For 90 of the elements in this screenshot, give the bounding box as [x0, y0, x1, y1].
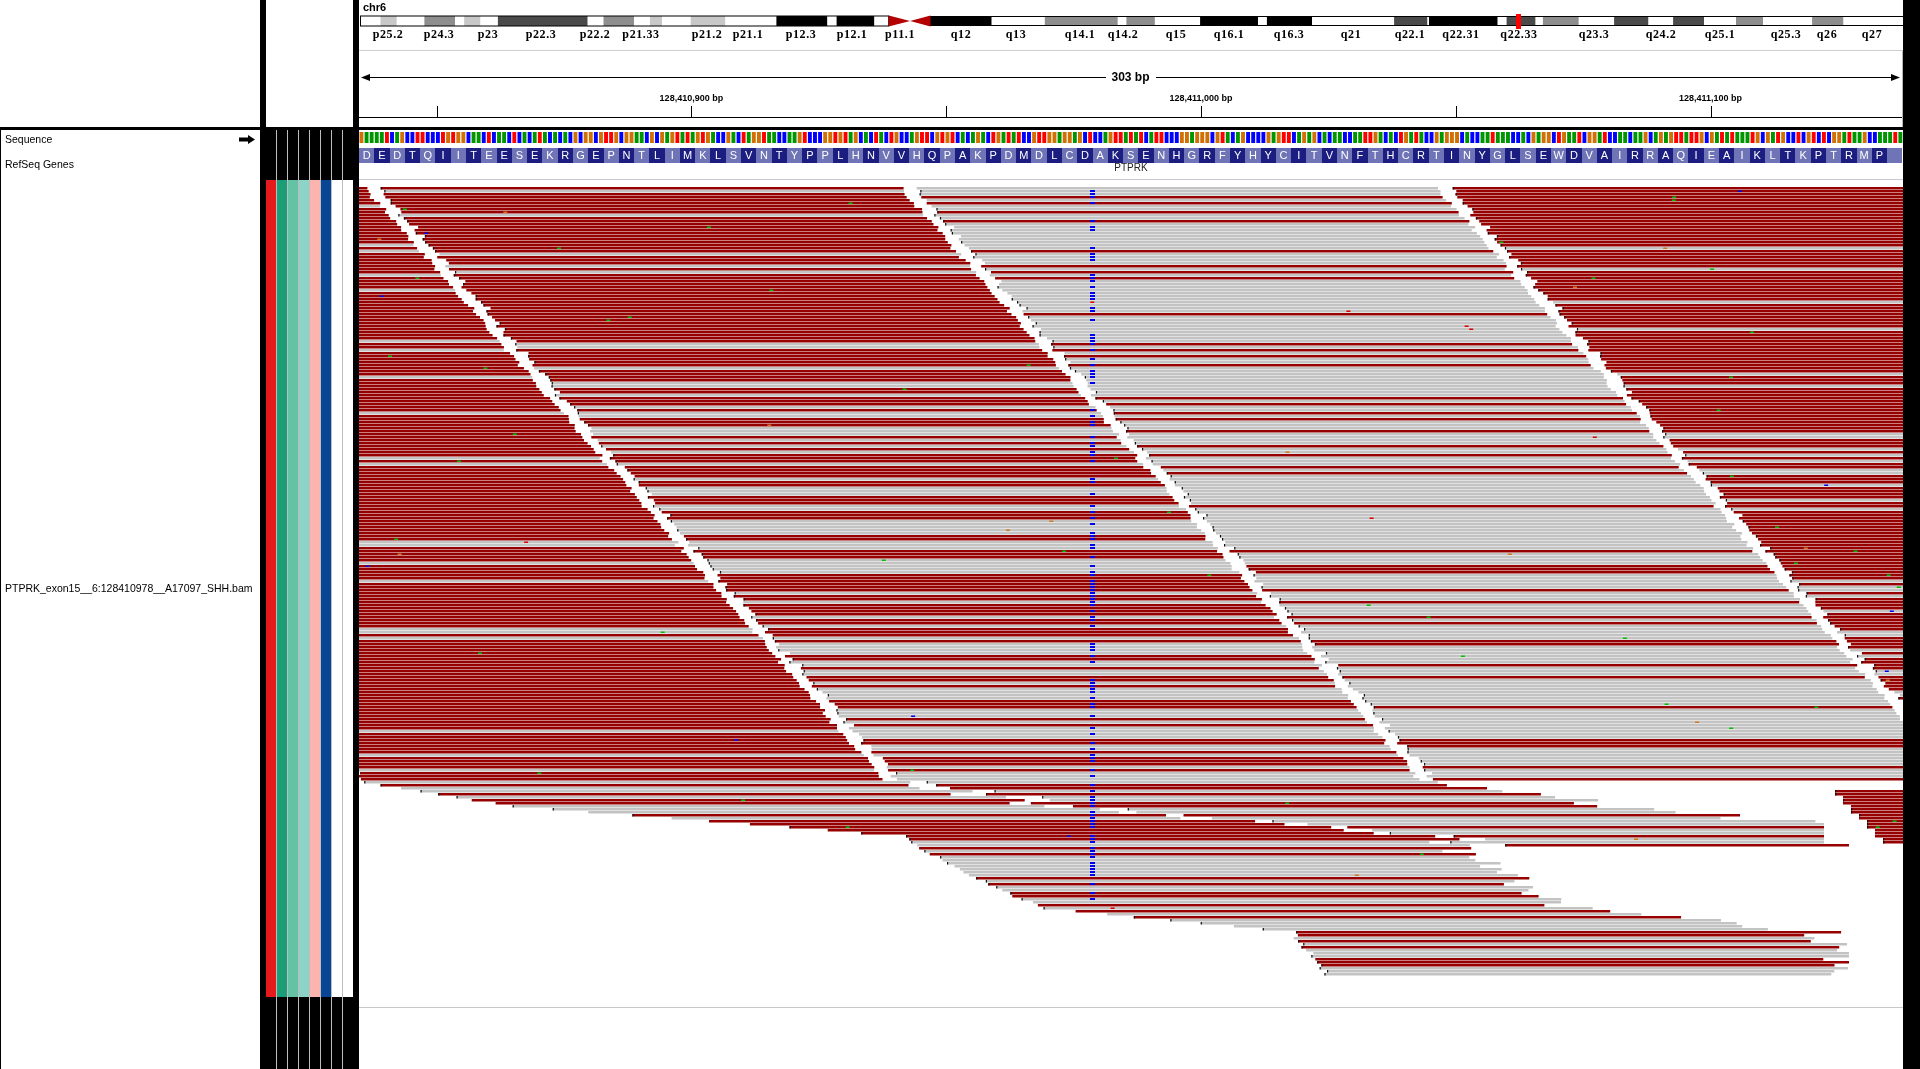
amino-acid: R: [1841, 148, 1857, 163]
amino-acid: S: [1123, 148, 1139, 163]
amino-acid: N: [1337, 148, 1353, 163]
amino-acid: G: [1184, 148, 1200, 163]
band-label: p24.3: [423, 29, 455, 40]
amino-acid: N: [863, 148, 879, 163]
band-label: q27: [1861, 29, 1883, 40]
band-label: q21: [1340, 29, 1362, 40]
band-label: p21.33: [622, 29, 660, 40]
chromosome-ideogram[interactable]: [359, 14, 1903, 29]
amino-acid: E: [588, 148, 604, 163]
band-label: p21.1: [732, 29, 764, 40]
amino-acid: L: [649, 148, 665, 163]
amino-acid: I: [1688, 148, 1704, 163]
amino-acid: I: [435, 148, 451, 163]
band-label: p25.2: [372, 29, 404, 40]
amino-acid: I: [1734, 148, 1750, 163]
band-label: p22.3: [525, 29, 557, 40]
band-label: q13: [1005, 29, 1027, 40]
band-label: q12: [950, 29, 972, 40]
band-label: q25.1: [1704, 29, 1736, 40]
chromosome-name: chr6: [363, 1, 387, 13]
amino-acid: E: [527, 148, 543, 163]
gene-name: PTPRK: [1114, 163, 1148, 173]
band-label: p22.2: [579, 29, 611, 40]
amino-acid: Q: [420, 148, 436, 163]
amino-acid: N: [1459, 148, 1475, 163]
band-label: q22.33: [1500, 29, 1538, 40]
band-label: p11.1: [885, 29, 915, 40]
amino-acid: T: [1306, 148, 1322, 163]
band-label: q16.3: [1273, 29, 1305, 40]
band-label: q26: [1816, 29, 1838, 40]
amino-acid: T: [1826, 148, 1842, 163]
amino-acid: Q: [924, 148, 940, 163]
amino-acid: D: [1031, 148, 1047, 163]
track-name[interactable]: Sequence: [5, 132, 53, 146]
band-label: q14.2: [1107, 29, 1139, 40]
band-label: q22.1: [1394, 29, 1426, 40]
amino-acid: A: [1719, 148, 1735, 163]
track-name[interactable]: PTPRK_exon15__6:128410978__A17097_SHH.bam: [5, 582, 253, 595]
amino-acid: E: [1138, 148, 1154, 163]
amino-acid: P: [817, 148, 833, 163]
amino-acid: H: [1245, 148, 1261, 163]
amino-acid: D: [1077, 148, 1093, 163]
band-label: q14.1: [1064, 29, 1096, 40]
amino-acid: F: [1352, 148, 1368, 163]
amino-acid: E: [481, 148, 497, 163]
amino-acid: K: [1795, 148, 1811, 163]
amino-acid: L: [1505, 148, 1521, 163]
band-label: p23: [477, 29, 499, 40]
band-label: q16.1: [1213, 29, 1245, 40]
amino-acid: S: [1520, 148, 1536, 163]
band-label: p12.3: [785, 29, 817, 40]
amino-acid: P: [802, 148, 818, 163]
amino-acid: D: [359, 148, 375, 163]
band-label: p12.1: [836, 29, 868, 40]
amino-acid: R: [1627, 148, 1643, 163]
amino-acid: Q: [1673, 148, 1689, 163]
amino-acid: H: [848, 148, 864, 163]
band-label: q25.3: [1770, 29, 1802, 40]
amino-acid: N: [756, 148, 772, 163]
track-name[interactable]: RefSeq Genes: [5, 157, 74, 171]
amino-acid: D: [1566, 148, 1582, 163]
partial-codon-block: [1887, 148, 1903, 163]
amino-acid: E: [374, 148, 390, 163]
strand-arrow-icon[interactable]: [239, 134, 255, 144]
scrollbar-track[interactable]: [1903, 0, 1920, 1069]
amino-acid: I: [1291, 148, 1307, 163]
amino-acid: H: [909, 148, 925, 163]
position-label: 128,410,900 bp: [659, 93, 724, 104]
amino-acid: K: [970, 148, 986, 163]
position-label: 128,411,100 bp: [1679, 93, 1743, 104]
band-label: q15: [1165, 29, 1187, 40]
amino-acid: K: [542, 148, 558, 163]
position-label: 128,411,000 bp: [1169, 93, 1233, 104]
amino-acid: Y: [1230, 148, 1246, 163]
amino-acid: R: [1199, 148, 1215, 163]
amino-acid: C: [1398, 148, 1414, 163]
amino-acid: I: [1612, 148, 1628, 163]
amino-acid: L: [710, 148, 726, 163]
amino-acid: R: [1413, 148, 1429, 163]
amino-acid: T: [1780, 148, 1796, 163]
band-label: p21.2: [691, 29, 723, 40]
amino-acid: V: [741, 148, 757, 163]
band-label: q23.3: [1578, 29, 1610, 40]
amino-acid: K: [695, 148, 711, 163]
amino-acid: T: [634, 148, 650, 163]
amino-acid: M: [1016, 148, 1032, 163]
band-label: q22.31: [1442, 29, 1480, 40]
band-label: q24.2: [1645, 29, 1677, 40]
